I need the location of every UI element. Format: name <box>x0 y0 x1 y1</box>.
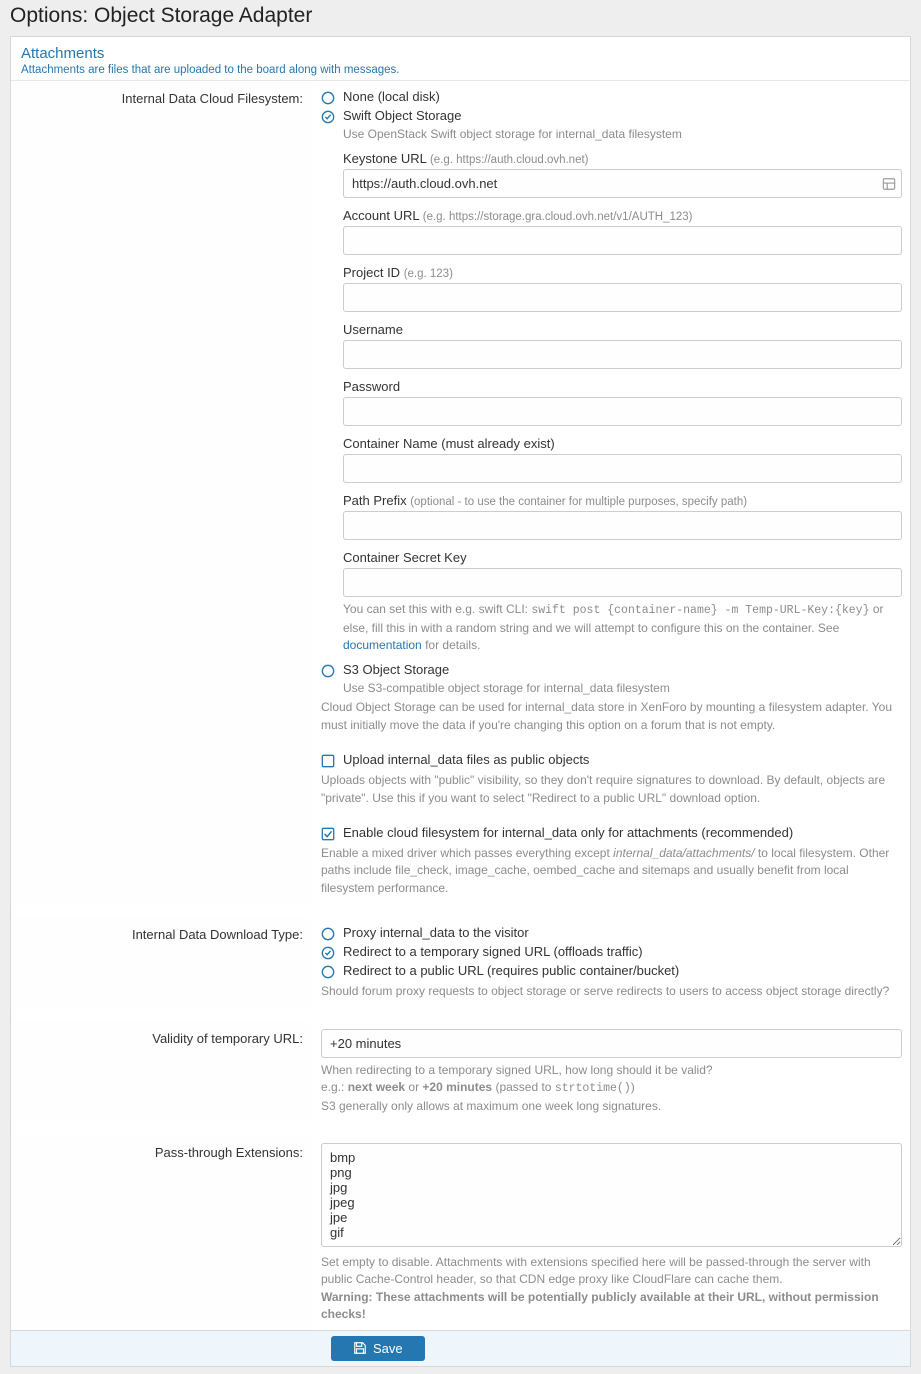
secret-explain: You can set this with e.g. swift CLI: sw… <box>343 601 902 654</box>
row-passthrough: Pass-through Extensions: bmp png jpg jpe… <box>11 1135 910 1330</box>
password-input[interactable] <box>343 397 902 426</box>
radio-proxy-label: Proxy internal_data to the visitor <box>343 925 529 940</box>
check-attach-only[interactable]: Enable cloud filesystem for internal_dat… <box>321 825 902 841</box>
username-label: Username <box>343 322 902 337</box>
projectid-label: Project ID (e.g. 123) <box>343 265 902 280</box>
container-input[interactable] <box>343 454 902 483</box>
page-title: Options: Object Storage Adapter <box>0 0 921 36</box>
radio-temp-url[interactable]: Redirect to a temporary signed URL (offl… <box>321 944 902 960</box>
radio-proxy[interactable]: Proxy internal_data to the visitor <box>321 925 902 941</box>
radio-unchecked-icon <box>321 91 335 105</box>
accounturl-input[interactable] <box>343 226 902 255</box>
radio-none[interactable]: None (local disk) <box>321 89 902 105</box>
radio-checked-icon <box>321 110 335 124</box>
radio-unchecked-icon <box>321 965 335 979</box>
panel-header: Attachments Attachments are files that a… <box>11 37 910 81</box>
radio-none-label: None (local disk) <box>343 89 440 104</box>
row-validity: Validity of temporary URL: When redirect… <box>11 1021 910 1121</box>
radio-swift-label: Swift Object Storage <box>343 108 462 123</box>
attach-only-explain: Enable a mixed driver which passes every… <box>321 845 902 897</box>
download-type-explain: Should forum proxy requests to object st… <box>321 983 902 1000</box>
save-row: Save <box>11 1330 910 1366</box>
save-button-label: Save <box>373 1341 403 1356</box>
accounturl-label: Account URL (e.g. https://storage.gra.cl… <box>343 208 902 223</box>
prefix-label: Path Prefix (optional - to use the conta… <box>343 493 902 508</box>
fs-explain: Cloud Object Storage can be used for int… <box>321 699 902 734</box>
documentation-link[interactable]: documentation <box>343 638 422 652</box>
validity-explain: When redirecting to a temporary signed U… <box>321 1062 902 1115</box>
save-icon <box>353 1341 367 1355</box>
secret-label: Container Secret Key <box>343 550 902 565</box>
radio-checked-icon <box>321 946 335 960</box>
passthrough-input[interactable]: bmp png jpg jpeg jpe gif <box>321 1143 902 1247</box>
s3-hint: Use S3-compatible object storage for int… <box>343 681 902 695</box>
keystone-label: Keystone URL (e.g. https://auth.cloud.ov… <box>343 151 902 166</box>
username-input[interactable] <box>343 340 902 369</box>
swift-hint: Use OpenStack Swift object storage for i… <box>343 127 902 141</box>
radio-swift[interactable]: Swift Object Storage <box>321 108 902 124</box>
attach-only-label: Enable cloud filesystem for internal_dat… <box>343 825 793 840</box>
checkbox-checked-icon <box>321 827 335 841</box>
container-label: Container Name (must already exist) <box>343 436 902 451</box>
keystone-input[interactable] <box>343 169 902 198</box>
projectid-input[interactable] <box>343 283 902 312</box>
label-passthrough: Pass-through Extensions: <box>11 1135 311 1330</box>
label-download-type: Internal Data Download Type: <box>11 917 311 1006</box>
radio-unchecked-icon <box>321 927 335 941</box>
label-filesystem: Internal Data Cloud Filesystem: <box>11 81 311 903</box>
radio-public-url[interactable]: Redirect to a public URL (requires publi… <box>321 963 902 979</box>
secret-input[interactable] <box>343 568 902 597</box>
radio-unchecked-icon <box>321 664 335 678</box>
save-button[interactable]: Save <box>331 1336 425 1361</box>
prefix-input[interactable] <box>343 511 902 540</box>
radio-s3-label: S3 Object Storage <box>343 662 449 677</box>
passthrough-explain: Set empty to disable. Attachments with e… <box>321 1254 902 1324</box>
radio-public-url-label: Redirect to a public URL (requires publi… <box>343 963 679 978</box>
password-label: Password <box>343 379 902 394</box>
attachments-panel: Attachments Attachments are files that a… <box>10 36 911 1367</box>
label-validity: Validity of temporary URL: <box>11 1021 311 1121</box>
attachments-link[interactable]: Attachments <box>21 45 104 62</box>
checkbox-unchecked-icon <box>321 754 335 768</box>
attachments-sub: Attachments are files that are uploaded … <box>21 64 900 76</box>
radio-s3[interactable]: S3 Object Storage <box>321 662 902 678</box>
row-filesystem: Internal Data Cloud Filesystem: None (lo… <box>11 81 910 903</box>
public-objects-explain: Uploads objects with "public" visibility… <box>321 772 902 807</box>
validity-input[interactable] <box>321 1029 902 1058</box>
check-public-objects[interactable]: Upload internal_data files as public obj… <box>321 752 902 768</box>
radio-temp-url-label: Redirect to a temporary signed URL (offl… <box>343 944 643 959</box>
row-download-type: Internal Data Download Type: Proxy inter… <box>11 917 910 1006</box>
public-objects-label: Upload internal_data files as public obj… <box>343 752 589 767</box>
